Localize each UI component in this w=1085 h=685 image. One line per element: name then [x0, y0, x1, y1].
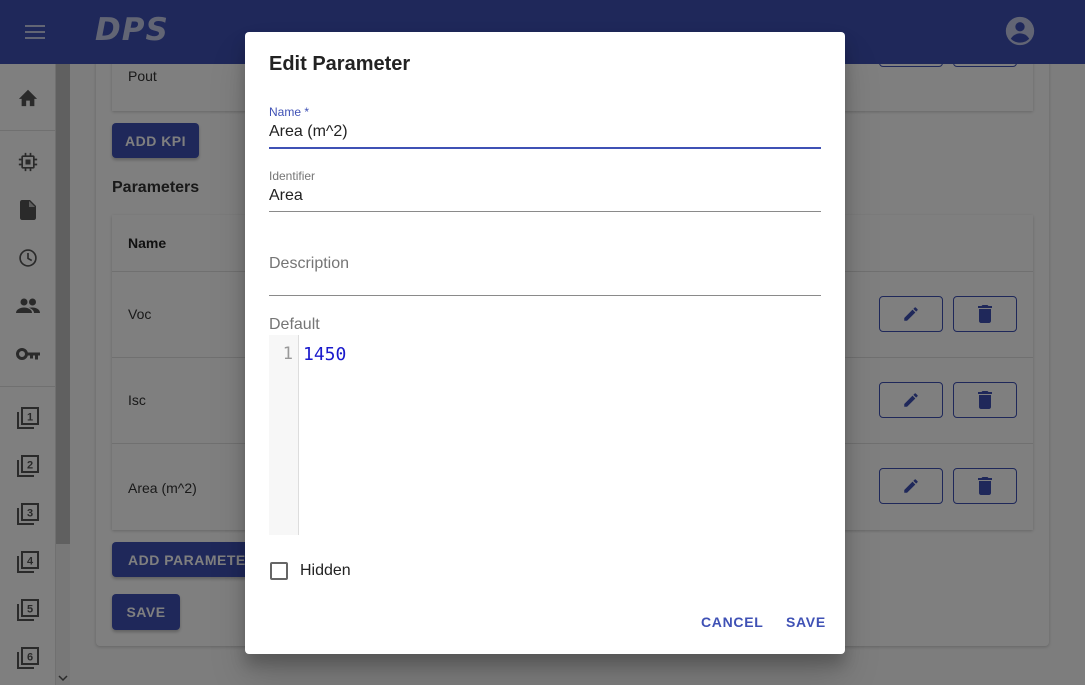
identifier-field-label: Identifier [269, 169, 316, 183]
name-field-underline [269, 147, 821, 149]
default-field-label: Default [269, 316, 320, 333]
line-number: 1 [282, 344, 293, 364]
description-field: Description [269, 255, 821, 296]
name-field: Name * [269, 105, 821, 149]
name-input[interactable] [269, 119, 821, 147]
hidden-checkbox-row[interactable]: Hidden [269, 562, 351, 580]
identifier-field: Identifier [269, 169, 821, 212]
dialog-title: Edit Parameter [269, 53, 411, 75]
default-code-editor[interactable]: 1 1450 [269, 335, 821, 535]
save-button[interactable]: SAVE [786, 614, 826, 630]
identifier-field-underline [269, 211, 821, 212]
code-line[interactable]: 1450 [303, 344, 346, 365]
description-input[interactable] [269, 273, 821, 295]
name-field-label: Name * [269, 105, 310, 119]
cancel-button[interactable]: CANCEL [701, 614, 764, 630]
edit-parameter-dialog: Edit Parameter Name * Identifier Descrip… [245, 32, 845, 654]
editor-gutter: 1 [269, 335, 299, 535]
description-field-underline [269, 295, 821, 296]
identifier-input[interactable] [269, 183, 821, 211]
hidden-checkbox-label: Hidden [300, 562, 351, 579]
hidden-checkbox[interactable] [270, 562, 288, 580]
description-field-label: Description [269, 255, 350, 272]
